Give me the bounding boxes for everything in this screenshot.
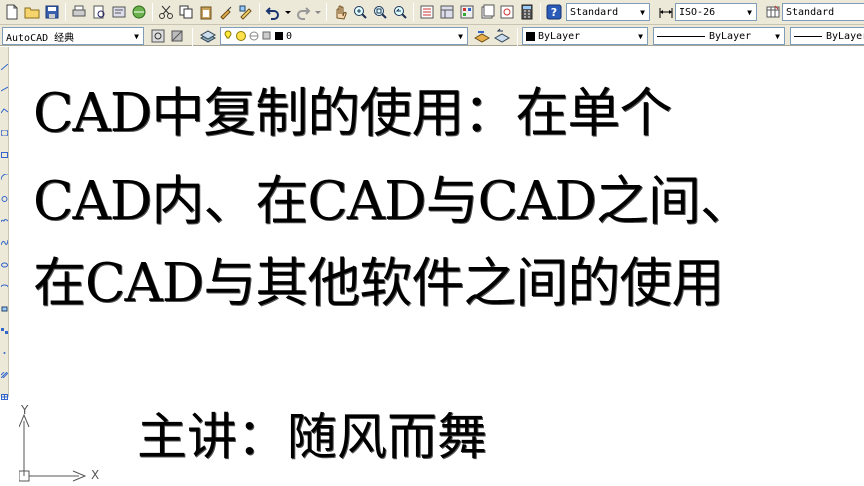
new-file-icon[interactable]	[3, 3, 21, 21]
workspace-settings-icon[interactable]	[149, 27, 167, 45]
print-icon[interactable]	[70, 3, 88, 21]
help-icon[interactable]: ?	[545, 3, 563, 21]
undo-dropdown-icon[interactable]	[284, 3, 292, 21]
make-block-icon[interactable]	[1, 319, 8, 334]
make-object-layer-current-icon[interactable]	[473, 27, 491, 45]
dim-style-value: ISO-26	[679, 6, 716, 18]
dim-style-select[interactable]: ISO-26 ▼	[675, 3, 757, 21]
table-style-value: Standard	[786, 6, 835, 18]
construction-line-icon[interactable]	[0, 77, 9, 92]
toolbar-separator	[152, 3, 153, 21]
toolbar-separator	[65, 3, 66, 21]
svg-text:?: ?	[551, 6, 557, 19]
workspace-select[interactable]: AutoCAD 经典 ▼	[2, 27, 144, 45]
zoom-window-icon[interactable]	[371, 3, 389, 21]
table-style-select[interactable]: Standard	[782, 3, 864, 21]
chevron-down-icon: ▼	[775, 31, 780, 41]
block-editor-icon[interactable]	[237, 3, 255, 21]
zoom-previous-icon[interactable]	[391, 3, 409, 21]
linetype-value: ByLayer	[709, 30, 752, 42]
quickcalc-icon[interactable]	[518, 3, 536, 21]
redo-dropdown-icon[interactable]	[314, 3, 322, 21]
chevron-down-icon: ▼	[458, 31, 463, 41]
presenter-text[interactable]: 主讲：随风而舞	[137, 397, 487, 469]
mtext-line-1[interactable]: CAD中复制的使用：在单个	[33, 87, 672, 140]
mtext-line-3[interactable]: 在CAD与其他软件之间的使用	[33, 257, 724, 310]
linetype-sample	[657, 35, 705, 37]
3d-dwf-icon[interactable]	[130, 3, 148, 21]
ucs-x-label: X	[91, 468, 100, 482]
lineweight-sample	[794, 35, 822, 37]
workspace-value: AutoCAD 经典	[6, 32, 75, 44]
text-style-value: Standard	[570, 6, 619, 18]
chevron-down-icon: ▼	[747, 7, 752, 17]
lineweight-control-select[interactable]: ByLayer	[790, 27, 864, 45]
chevron-down-icon: ▼	[134, 31, 139, 41]
ellipse-arc-icon[interactable]	[0, 275, 9, 288]
toolbar-separator	[413, 3, 414, 21]
properties-icon[interactable]	[418, 3, 436, 21]
publish-icon[interactable]	[110, 3, 128, 21]
open-folder-icon[interactable]	[23, 3, 41, 21]
point-icon[interactable]	[1, 341, 8, 354]
copy-icon[interactable]	[177, 3, 195, 21]
table-style-icon[interactable]	[764, 3, 782, 21]
color-swatch	[526, 31, 535, 41]
dim-style-icon[interactable]	[657, 3, 675, 21]
cut-icon[interactable]	[157, 3, 175, 21]
layer-value: 0	[286, 30, 293, 42]
pan-realtime-icon[interactable]	[331, 3, 349, 21]
drawing-canvas[interactable]: CAD中复制的使用：在单个 CAD内、在CAD与CAD之间、 在CAD与其他软件…	[9, 47, 864, 486]
table-icon[interactable]	[1, 385, 8, 400]
arc-icon[interactable]	[0, 165, 9, 181]
ucs-icon: Y X	[18, 403, 109, 485]
text-style-select[interactable]: Standard ▼	[566, 3, 650, 21]
lineweight-value: ByLayer	[826, 30, 864, 42]
layer-properties-manager-icon[interactable]	[199, 27, 217, 45]
layer-previous-icon[interactable]	[493, 27, 511, 45]
chevron-down-icon: ▼	[638, 31, 643, 41]
color-value: ByLayer	[538, 30, 581, 42]
ucs-y-label: Y	[21, 403, 29, 417]
sheet-set-manager-icon[interactable]	[478, 3, 496, 21]
linetype-control-select[interactable]: ByLayer ▼	[653, 27, 785, 45]
insert-block-icon[interactable]	[1, 297, 8, 312]
line-tool-icon[interactable]	[0, 55, 9, 71]
spline-icon[interactable]	[0, 231, 9, 246]
layer-select[interactable]: 0 ▼	[220, 27, 468, 45]
zoom-realtime-icon[interactable]	[351, 3, 369, 21]
mtext-line-2[interactable]: CAD内、在CAD与CAD之间、	[33, 175, 753, 228]
chevron-down-icon: ▼	[640, 7, 645, 17]
polyline-icon[interactable]	[0, 99, 9, 114]
color-control-select[interactable]: ByLayer ▼	[522, 27, 648, 45]
circle-icon[interactable]	[1, 187, 8, 202]
hatch-icon[interactable]	[0, 363, 9, 379]
toolbar-separator	[259, 3, 260, 21]
draw-toolbar	[0, 47, 9, 400]
toolbar-separator	[192, 28, 193, 46]
undo-icon[interactable]	[264, 3, 282, 21]
toolbar-separator	[517, 28, 518, 46]
match-properties-icon[interactable]	[217, 3, 235, 21]
toolbar-separator	[326, 3, 327, 21]
toolbar-separator	[540, 3, 541, 21]
markup-set-manager-icon[interactable]	[498, 3, 516, 21]
save-icon[interactable]	[43, 3, 61, 21]
revision-cloud-icon[interactable]	[0, 209, 9, 223]
design-center-icon[interactable]	[438, 3, 456, 21]
my-workspace-icon[interactable]	[168, 27, 186, 45]
redo-icon[interactable]	[294, 3, 312, 21]
polygon-icon[interactable]	[0, 121, 9, 137]
layer-state-icons	[224, 30, 283, 41]
rectangle-icon[interactable]	[1, 143, 8, 158]
paste-icon[interactable]	[197, 3, 215, 21]
ellipse-icon[interactable]	[1, 253, 8, 268]
print-preview-icon[interactable]	[90, 3, 108, 21]
tool-palettes-icon[interactable]	[458, 3, 476, 21]
